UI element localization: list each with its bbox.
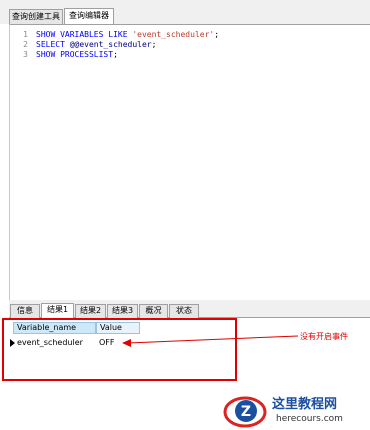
- tab-query-editor[interactable]: 查询编辑器: [64, 8, 114, 25]
- annotation-highlight-box: [2, 318, 237, 381]
- annotation-arrow-icon: [122, 335, 299, 347]
- sql-keyword: SHOW PROCESSLIST: [36, 50, 114, 59]
- tab-result-3[interactable]: 结果3: [107, 304, 138, 318]
- result-tab-strip: 信息 结果1 结果2 结果3 概况 状态: [9, 300, 370, 319]
- code-line[interactable]: SHOW PROCESSLIST;: [36, 50, 118, 60]
- tab-result-1[interactable]: 结果1: [41, 303, 74, 319]
- sql-terminator: ;: [151, 40, 157, 49]
- tab-result-2[interactable]: 结果2: [75, 304, 106, 318]
- sql-keyword: SELECT: [36, 40, 70, 49]
- tab-profile[interactable]: 概况: [139, 304, 168, 318]
- line-number: 2: [23, 40, 28, 49]
- code-line[interactable]: SELECT @@event_scheduler;: [36, 40, 156, 50]
- annotation-note: 没有开启事件: [300, 332, 348, 341]
- sql-identifier: @@event_scheduler: [69, 40, 152, 49]
- watermark-url: herecours.com: [276, 414, 343, 424]
- sql-editor[interactable]: 1 2 3 SHOW VARIABLES LIKE 'event_schedul…: [9, 24, 370, 300]
- sql-terminator: ;: [113, 50, 118, 59]
- sql-keyword: SHOW VARIABLES LIKE: [36, 30, 133, 39]
- editor-tab-strip: 查询创建工具 查询编辑器: [0, 0, 370, 25]
- tab-query-builder[interactable]: 查询创建工具: [9, 9, 63, 24]
- watermark-title: 这里教程网: [272, 397, 338, 412]
- tab-status[interactable]: 状态: [169, 304, 199, 318]
- line-number: 3: [23, 50, 28, 59]
- svg-text:Z: Z: [241, 404, 251, 420]
- sql-string: 'event_scheduler': [132, 30, 215, 39]
- sql-terminator: ;: [214, 30, 220, 39]
- code-line[interactable]: SHOW VARIABLES LIKE 'event_scheduler';: [36, 30, 219, 40]
- line-number: 1: [23, 30, 28, 39]
- tab-info[interactable]: 信息: [10, 304, 40, 318]
- line-number-gutter: 1 2 3: [10, 25, 35, 300]
- watermark-logo: Z: [223, 396, 267, 428]
